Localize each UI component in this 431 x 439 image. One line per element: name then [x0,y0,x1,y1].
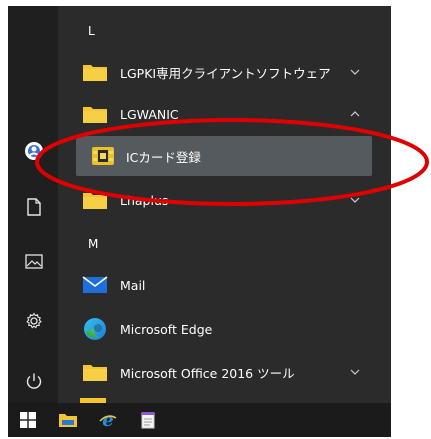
folder-icon [80,59,110,85]
chevron-up-icon [348,107,362,121]
app-item-mail[interactable]: Mail [58,265,391,305]
section-letter-l[interactable]: L [88,24,95,38]
app-label: Mail [120,277,146,293]
taskbar: e [8,403,391,437]
chevron-down-icon [348,365,362,379]
app-label: LGPKI専用クライアントソフトウェア [120,65,331,81]
edge-icon [80,316,110,342]
document-icon[interactable] [14,187,54,227]
section-letter-m[interactable]: M [88,237,98,251]
app-item-lgwanic-folder[interactable]: LGWANIC [58,94,391,134]
screenshot-frame: L LGPKI専用クライアントソフトウェア LGWANIC ICカード登録 Lh… [0,0,431,439]
folder-icon [80,359,110,385]
app-label: Microsoft Office 2016 ツール [120,365,295,381]
app-item-ic-card-registration[interactable]: ICカード登録 [76,136,372,176]
app-item-microsoft-edge[interactable]: Microsoft Edge [58,309,391,349]
folder-icon [80,101,110,127]
app-list: L LGPKI専用クライアントソフトウェア LGWANIC ICカード登録 Lh… [58,6,391,404]
svg-text:e: e [102,410,113,430]
app-item-office-tools-folder[interactable]: Microsoft Office 2016 ツール [58,352,391,392]
folder-icon [80,187,110,213]
app-label: LGWANIC [120,106,179,122]
app-item-lgpki-folder[interactable]: LGPKI専用クライアントソフトウェア [58,52,391,92]
app-label: Microsoft Edge [120,321,213,337]
app-label: ICカード登録 [126,149,201,165]
power-icon[interactable] [14,361,54,401]
start-left-rail [8,6,58,403]
app-label: Lhaplus [120,192,169,208]
notepad-icon[interactable] [128,403,168,437]
pictures-icon[interactable] [14,241,54,281]
windows-start-icon[interactable] [8,403,48,437]
chevron-down-icon [348,193,362,207]
mail-icon [80,272,110,298]
internet-explorer-icon[interactable]: e [88,403,128,437]
chevron-down-icon [348,65,362,79]
file-explorer-icon[interactable] [48,403,88,437]
app-item-lhaplus-folder[interactable]: Lhaplus [58,180,391,220]
user-avatar-icon[interactable] [14,131,54,171]
ic-card-icon [88,143,118,169]
settings-gear-icon[interactable] [14,301,54,341]
